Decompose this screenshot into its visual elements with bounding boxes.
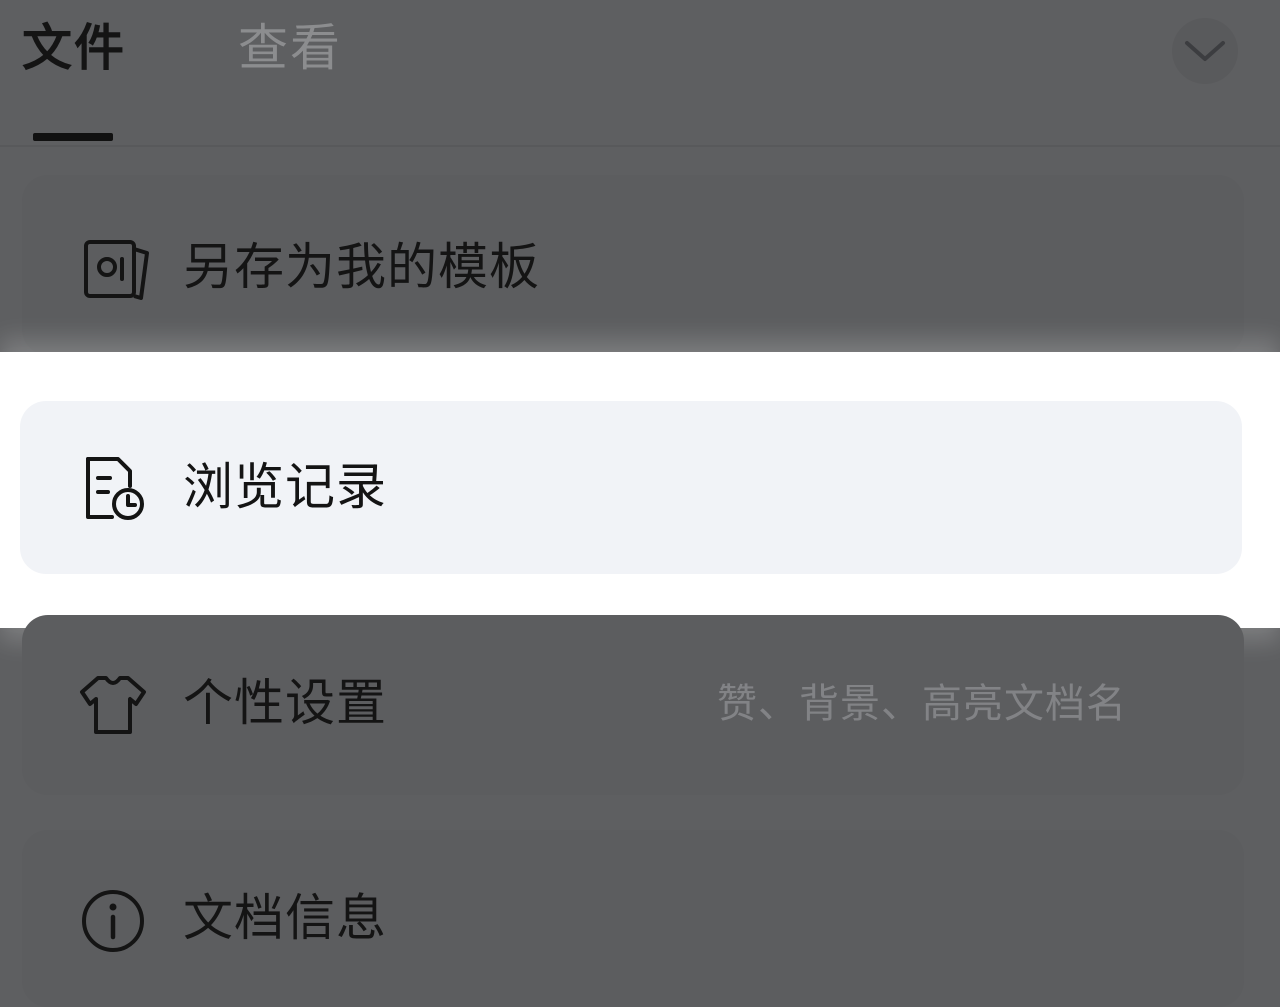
menu-label-save-template: 另存为我的模板 — [183, 238, 540, 296]
shirt-icon — [80, 676, 146, 734]
tab-file[interactable]: 文件 — [22, 18, 126, 78]
tab-view[interactable]: 查看 — [238, 18, 342, 78]
chevron-down-icon — [1185, 41, 1225, 61]
menu-label-history: 浏览记录 — [183, 458, 387, 516]
history-icon — [86, 457, 144, 520]
template-icon — [84, 240, 149, 300]
mobile-menu-screen: 文件 查看 另存为我的模板 浏览记录 个性设置 赞、背景、高亮文档名 文档信息 — [0, 0, 1280, 1007]
menu-item-settings[interactable]: 个性设置 赞、背景、高亮文档名 — [22, 615, 1244, 795]
menu-item-history[interactable]: 浏览记录 — [20, 401, 1242, 574]
active-tab-indicator — [33, 133, 113, 141]
menu-item-save-template[interactable]: 另存为我的模板 — [22, 175, 1244, 355]
menu-label-info: 文档信息 — [183, 889, 387, 947]
settings-hint: 赞、背景、高亮文档名 — [717, 681, 1127, 727]
menu-label-settings: 个性设置 — [183, 674, 387, 732]
info-icon — [82, 890, 144, 952]
collapse-button[interactable] — [1172, 18, 1238, 84]
menu-item-info[interactable]: 文档信息 — [22, 830, 1244, 1007]
tab-bar: 文件 查看 — [0, 0, 1280, 147]
